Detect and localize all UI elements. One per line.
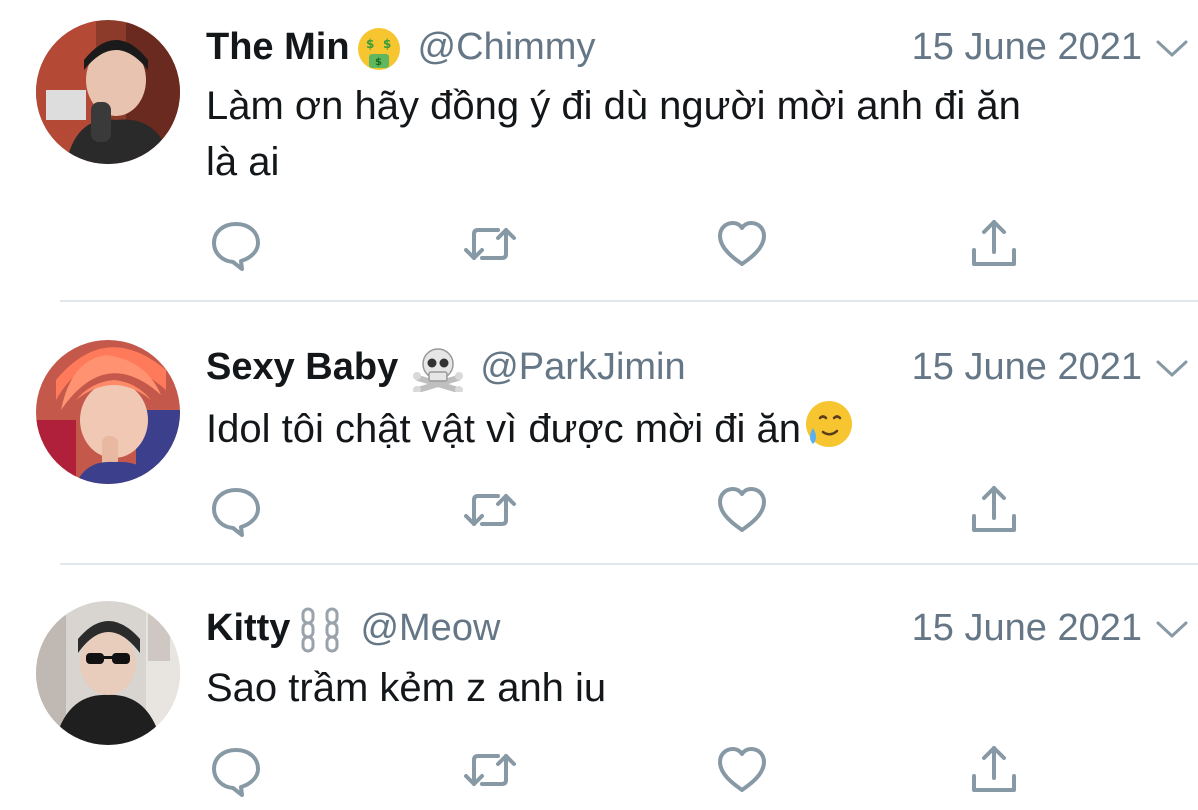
svg-text:$: $	[375, 57, 382, 68]
display-name[interactable]: Kitty	[206, 607, 290, 649]
tweet-header: Kitty @Meow 15 June 2021	[206, 603, 1198, 653]
tweet-actions	[206, 216, 1198, 272]
retweet-icon[interactable]	[462, 216, 518, 272]
tweet-date[interactable]: 15 June 2021	[912, 22, 1142, 72]
tweet-date[interactable]: 15 June 2021	[912, 603, 1142, 653]
tweet-text-line: Sao trầm kẻm z anh iu	[206, 666, 607, 710]
avatar-image	[36, 340, 180, 484]
tweet-text-line: Làm ơn hãy đồng ý đi dù người mời anh đi…	[206, 84, 1021, 128]
avatar-image	[36, 601, 180, 745]
tweet-text-line: Idol tôi chật vật vì được mời đi ăn	[206, 398, 1178, 465]
svg-text:$: $	[366, 37, 374, 51]
handle[interactable]: @Meow	[360, 607, 500, 649]
display-name[interactable]: Sexy Baby	[206, 346, 398, 388]
heart-icon[interactable]	[714, 216, 770, 272]
tweet-actions	[206, 742, 1198, 798]
share-upload-icon[interactable]	[966, 482, 1022, 538]
retweet-icon[interactable]	[462, 482, 518, 538]
skull-and-crossbones-emoji-icon	[412, 346, 464, 392]
avatar[interactable]	[36, 340, 180, 484]
money-mouth-face-emoji-icon: $ $ $	[356, 26, 402, 72]
heart-icon[interactable]	[714, 742, 770, 798]
chevron-down-icon[interactable]	[1154, 617, 1190, 641]
heart-icon[interactable]	[714, 482, 770, 538]
tweet-text-line: là ai	[206, 140, 280, 184]
avatar[interactable]	[36, 601, 180, 745]
author: Sexy Baby @ParkJimin	[206, 342, 686, 392]
tweet-text: Idol tôi chật vật vì được mời đi ăn	[206, 398, 1178, 465]
share-upload-icon[interactable]	[966, 216, 1022, 272]
author: The Min $ $ $ @Chimmy	[206, 22, 595, 72]
avatar[interactable]	[36, 20, 180, 164]
smiling-face-with-tear-emoji-icon	[801, 398, 853, 465]
divider	[60, 300, 1198, 302]
handle[interactable]: @Chimmy	[418, 26, 596, 68]
reply-bubble-icon[interactable]	[208, 742, 264, 798]
handle[interactable]: @ParkJimin	[480, 346, 685, 388]
tweet-text: Sao trầm kẻm z anh iu	[206, 660, 1178, 716]
display-name[interactable]: The Min	[206, 26, 350, 68]
chevron-down-icon[interactable]	[1154, 36, 1190, 60]
divider	[60, 563, 1198, 565]
retweet-icon[interactable]	[462, 742, 518, 798]
avatar-image	[36, 20, 180, 164]
tweet-header: The Min $ $ $ @Chimmy 15 June 2021	[206, 22, 1198, 72]
share-upload-icon[interactable]	[966, 742, 1022, 798]
tweet-text-content: Idol tôi chật vật vì được mời đi ăn	[206, 407, 802, 451]
svg-text:$: $	[383, 37, 391, 51]
tweet-date[interactable]: 15 June 2021	[912, 342, 1142, 392]
chevron-down-icon[interactable]	[1154, 356, 1190, 380]
tweet-header: Sexy Baby @ParkJimin 15 June 2021	[206, 342, 1198, 392]
tweet-text: Làm ơn hãy đồng ý đi dù người mời anh đi…	[206, 78, 1178, 190]
reply-bubble-icon[interactable]	[208, 482, 264, 538]
chains-emoji-icon	[298, 607, 344, 653]
author: Kitty @Meow	[206, 603, 500, 653]
reply-bubble-icon[interactable]	[208, 216, 264, 272]
tweet-actions	[206, 482, 1198, 538]
tweet-feed: The Min $ $ $ @Chimmy 15 June 2021 Làm ơ…	[0, 0, 1198, 810]
